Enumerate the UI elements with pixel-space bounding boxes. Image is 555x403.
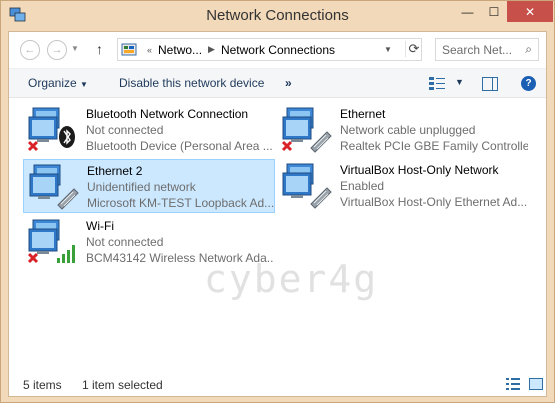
connection-status: Enabled	[340, 179, 385, 193]
breadcrumb-network-connections[interactable]: Network Connections	[221, 43, 335, 57]
organize-menu-button[interactable]: Organize ▼	[28, 76, 88, 90]
search-box[interactable]: Search Net... ⌕	[435, 38, 539, 61]
breadcrumb-overflow[interactable]: «	[147, 45, 152, 55]
help-icon[interactable]: ?	[521, 76, 536, 91]
connection-status: Not connected	[86, 235, 164, 249]
connection-details: Ethernet 2 Unidentified network Microsof…	[87, 163, 275, 211]
network-connections-window: Network Connections — ☐ ✕ ← → ▼ ↑ « Netw…	[0, 0, 555, 403]
connection-status: Network cable unplugged	[340, 123, 476, 137]
tiles-view-icon[interactable]	[529, 378, 543, 390]
back-button[interactable]: ←	[20, 40, 40, 60]
item-count: 5 items	[23, 378, 62, 392]
forward-button[interactable]: →	[47, 40, 67, 60]
connection-ethernet-2[interactable]: Ethernet 2 Unidentified network Microsof…	[23, 159, 275, 213]
connection-name: Ethernet 2	[87, 164, 143, 178]
control-panel-icon	[121, 43, 137, 55]
connection-name: Ethernet	[340, 107, 386, 121]
wifi-network-icon	[27, 219, 75, 264]
connection-name: Bluetooth Network Connection	[86, 107, 249, 121]
connections-list: Bluetooth Network Connection Not connect…	[9, 99, 546, 369]
search-input[interactable]: Search Net...	[442, 43, 512, 57]
connection-device: Microsoft KM-TEST Loopback Ad...	[87, 196, 275, 210]
details-view-icon[interactable]	[506, 378, 520, 390]
arrow-right-icon: →	[51, 44, 63, 56]
disable-device-button[interactable]: Disable this network device	[119, 76, 264, 90]
connection-details: VirtualBox Host-Only Network Enabled Vir…	[340, 162, 528, 210]
watermark-text: cyber4g	[204, 257, 379, 301]
selection-count: 1 item selected	[82, 378, 163, 392]
chevron-right-icon[interactable]: ▶	[208, 44, 215, 55]
connection-name: VirtualBox Host-Only Network	[340, 163, 499, 177]
close-button[interactable]: ✕	[507, 1, 553, 22]
connection-ethernet[interactable]: Ethernet Network cable unplugged Realtek…	[277, 103, 529, 157]
bluetooth-network-icon	[27, 107, 75, 152]
connection-name: Wi-Fi	[86, 219, 114, 233]
ethernet-network-icon	[29, 164, 79, 210]
address-history-dropdown[interactable]: ▼	[384, 45, 392, 54]
status-bar: 5 items 1 item selected	[9, 374, 546, 396]
breadcrumb-network-internet[interactable]: Netwo...	[158, 43, 202, 57]
ethernet-network-icon	[281, 107, 332, 153]
preview-pane-icon[interactable]	[482, 77, 498, 91]
connection-bluetooth[interactable]: Bluetooth Network Connection Not connect…	[23, 103, 275, 157]
chevron-down-icon: ▼	[80, 80, 88, 89]
ethernet-network-icon	[282, 163, 332, 209]
title-bar[interactable]: Network Connections — ☐ ✕	[1, 1, 554, 31]
arrow-left-icon: ←	[24, 44, 36, 56]
more-commands-button[interactable]: »	[285, 76, 292, 90]
connection-virtualbox[interactable]: VirtualBox Host-Only Network Enabled Vir…	[277, 159, 529, 213]
view-options-dropdown[interactable]: ▼	[455, 77, 464, 87]
connection-device: VirtualBox Host-Only Ethernet Ad...	[340, 195, 528, 209]
maximize-button[interactable]: ☐	[481, 1, 507, 22]
address-bar-row: ← → ▼ ↑ « Netwo... ▶ Network Connections…	[9, 32, 546, 68]
connection-details: Bluetooth Network Connection Not connect…	[86, 106, 274, 154]
command-bar: Organize ▼ Disable this network device »…	[9, 68, 546, 98]
change-view-icon[interactable]	[429, 77, 445, 91]
address-field[interactable]: « Netwo... ▶ Network Connections ▼ ⟳	[117, 38, 422, 61]
search-icon[interactable]: ⌕	[525, 42, 532, 57]
organize-label: Organize	[28, 76, 77, 90]
connection-status: Not connected	[86, 123, 164, 137]
connection-status: Unidentified network	[87, 180, 196, 194]
connection-device: Realtek PCIe GBE Family Controller	[340, 139, 528, 153]
connection-details: Ethernet Network cable unplugged Realtek…	[340, 106, 528, 154]
explorer-client-area: ← → ▼ ↑ « Netwo... ▶ Network Connections…	[8, 31, 547, 397]
refresh-button[interactable]: ⟳	[405, 41, 422, 57]
up-button[interactable]: ↑	[96, 41, 103, 57]
recent-locations-dropdown[interactable]: ▼	[71, 44, 79, 53]
minimize-button[interactable]: —	[454, 1, 481, 22]
connection-device: Bluetooth Device (Personal Area ...	[86, 139, 273, 153]
